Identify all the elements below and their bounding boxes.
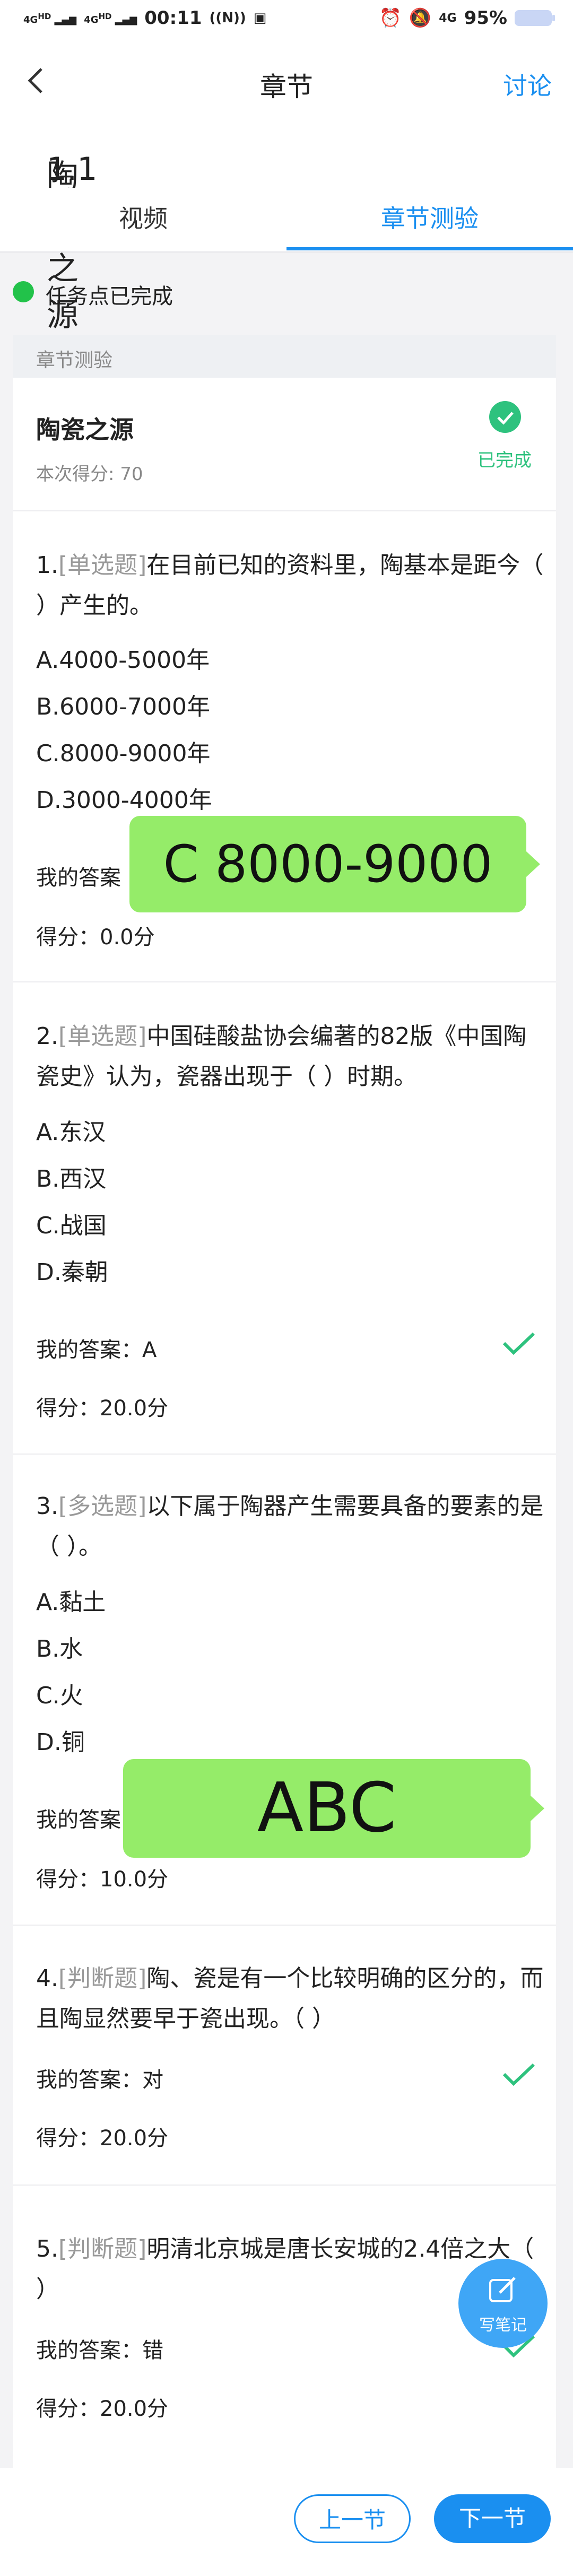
option: D.秦朝 [36,1259,108,1286]
option: B.6000-7000年 [36,693,211,720]
completed-label: 已完成 [478,450,532,471]
option: A.4000-5000年 [36,647,210,674]
question-2: 2.[单选题]中国硅酸盐协会编著的82版《中国陶瓷史》认为，瓷器出现于（ ）时期… [36,1023,527,1090]
alarm-icon: ⏰ [379,7,402,29]
option: C.火 [36,1682,83,1709]
option: A.黏土 [36,1589,106,1616]
edit-note-icon [489,2277,516,2302]
answer-bubble-2: ABC [123,1759,544,1858]
option: C.战国 [36,1212,107,1239]
score-label: 得分：20.0分 [36,2126,169,2151]
status-time: 00:11 [144,7,202,29]
next-section-button[interactable]: 下一节 [434,2494,551,2543]
task-complete-dot-icon [13,281,34,302]
mute-icon: 🔕 [409,7,432,29]
option: B.水 [36,1635,83,1663]
question-4: 4.[判断题]陶、瓷是有一个比较明确的区分的，而且陶显然要早于瓷出现。（ ） [36,1965,544,2032]
score-label: 得分：10.0分 [36,1867,169,1892]
tab-chapter-quiz[interactable]: 章节测验 [286,199,573,234]
battery-percent: 95% [464,7,507,29]
nfc-icon: ((N)) [209,10,246,26]
tab-bar: 视频 章节测验 [0,188,573,253]
nav-title: 章节 [260,72,313,102]
signal-icon-2: 4GHD ▂▄▆ [84,11,137,25]
correct-check-icon [502,2063,535,2086]
option: D.3000-4000年 [36,787,212,814]
my-answer-label: 我的答案：对 [36,2068,163,2092]
my-answer-label: 我的答案：A [36,1338,157,1362]
option: A.东汉 [36,1119,106,1146]
bottom-bar: 上一节 下一节 [0,2468,573,2576]
score-label: 得分：20.0分 [36,2397,169,2421]
battery-icon [515,10,555,26]
network-label: 4G [439,11,457,25]
completed-check-icon [489,401,521,433]
signal-icon: 4GHD ▂▄▆ [23,11,77,25]
score-label: 得分：20.0分 [36,1396,169,1421]
quiz-title: 陶瓷之源 [36,415,134,444]
prev-section-button[interactable]: 上一节 [294,2494,411,2543]
option: C.8000-9000年 [36,740,211,767]
discuss-button[interactable]: 讨论 [503,67,552,102]
quiz-card: 章节测验 陶瓷之源 本次得分: 70 已完成 1.[单选题]在目前已知的资料里，… [13,335,556,2468]
my-answer-label: 我的答案 [36,866,121,890]
section-title: 1.1 陶瓷之源 [0,119,573,334]
tab-video[interactable]: 视频 [0,199,286,234]
question-3: 3.[多选题]以下属于陶器产生需要具备的要素的是（ ）。 [36,1493,544,1560]
question-1: 1.[单选题]在目前已知的资料里，陶基本是距今（ ）产生的。 [36,552,544,619]
card-header: 章节测验 [13,335,556,378]
option: D.铜 [36,1729,85,1756]
status-bar: 4GHD ▂▄▆ 4GHD ▂▄▆ 00:11 ((N)) ▣ ⏰ 🔕 4G 9… [0,0,573,45]
answer-bubble-1: C 8000-9000 [129,816,540,912]
option: B.西汉 [36,1165,107,1193]
score-label: 得分：0.0分 [36,925,155,950]
correct-check-icon [502,1332,535,1355]
my-answer-label: 我的答案：错 [36,2338,163,2363]
nav-bar: 章节 讨论 [0,45,573,119]
my-answer-label: 我的答案 [36,1808,121,1832]
quiz-score: 本次得分: 70 [36,464,143,485]
sim-icon: ▣ [253,10,267,26]
tab-active-indicator [286,247,573,250]
task-status: 任务点已完成 [0,253,573,332]
write-note-button[interactable]: 写笔记 [458,2259,548,2348]
